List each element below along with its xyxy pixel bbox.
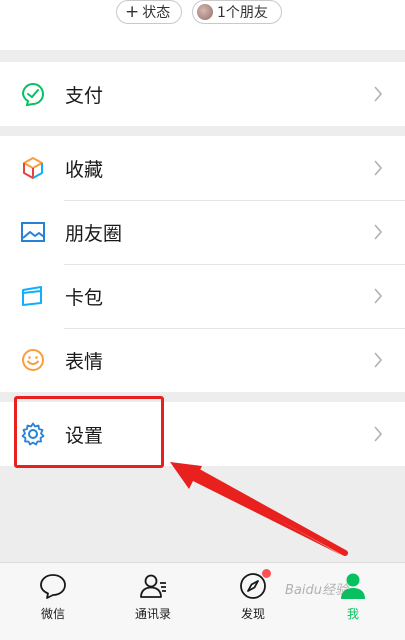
features-group: 收藏 朋友圈 卡包 表情 [0, 136, 405, 392]
pay-group: 支付 [0, 62, 405, 126]
menu-item-favorites[interactable]: 收藏 [0, 136, 405, 200]
tab-label-contacts: 通讯录 [134, 607, 171, 621]
chevron-right-icon [374, 86, 383, 102]
status-label: 状态 [142, 5, 171, 21]
menu-item-cards[interactable]: 卡包 [0, 264, 405, 328]
smiley-icon [20, 347, 46, 373]
plus-icon: + [125, 1, 140, 22]
friends-status-button[interactable]: 1个朋友 [192, 0, 282, 24]
tab-chats[interactable]: 微信 [18, 571, 88, 631]
chevron-right-icon [374, 352, 383, 368]
tab-discover[interactable]: 发现 [218, 569, 288, 631]
tab-label-chats: 微信 [40, 607, 65, 621]
contacts-person-icon [138, 571, 168, 601]
compass-icon [238, 569, 271, 601]
friends-label: 1个朋友 [217, 5, 268, 21]
menu-label-stickers: 表情 [65, 350, 104, 373]
pay-icon [20, 81, 46, 107]
add-status-button[interactable]: + 状态 [116, 0, 182, 24]
watermark-text: Baidu经验 [285, 583, 348, 598]
tab-label-discover: 发现 [240, 607, 265, 621]
menu-label-cards: 卡包 [65, 286, 104, 309]
friend-avatar [197, 4, 213, 20]
settings-highlight-box [14, 396, 164, 468]
profile-card: + 状态 1个朋友 [0, 0, 405, 50]
menu-item-moments[interactable]: 朋友圈 [0, 200, 405, 264]
bottom-tab-bar: 微信 通讯录 发现 我 Baidu经验 [0, 562, 405, 640]
menu-label-moments: 朋友圈 [65, 222, 123, 245]
menu-label-pay: 支付 [65, 84, 104, 107]
card-wallet-icon [20, 283, 46, 309]
tab-contacts[interactable]: 通讯录 [118, 571, 188, 631]
chevron-right-icon [374, 426, 383, 442]
discover-badge-dot [262, 569, 271, 578]
moments-image-icon [20, 219, 46, 245]
chevron-right-icon [374, 224, 383, 240]
chevron-right-icon [374, 288, 383, 304]
menu-item-pay[interactable]: 支付 [0, 62, 405, 126]
chevron-right-icon [374, 160, 383, 176]
chat-bubble-icon [38, 571, 68, 601]
favorites-cube-icon [20, 155, 46, 181]
menu-label-favorites: 收藏 [65, 158, 104, 181]
tab-label-me: 我 [346, 607, 359, 621]
menu-item-stickers[interactable]: 表情 [0, 328, 405, 392]
